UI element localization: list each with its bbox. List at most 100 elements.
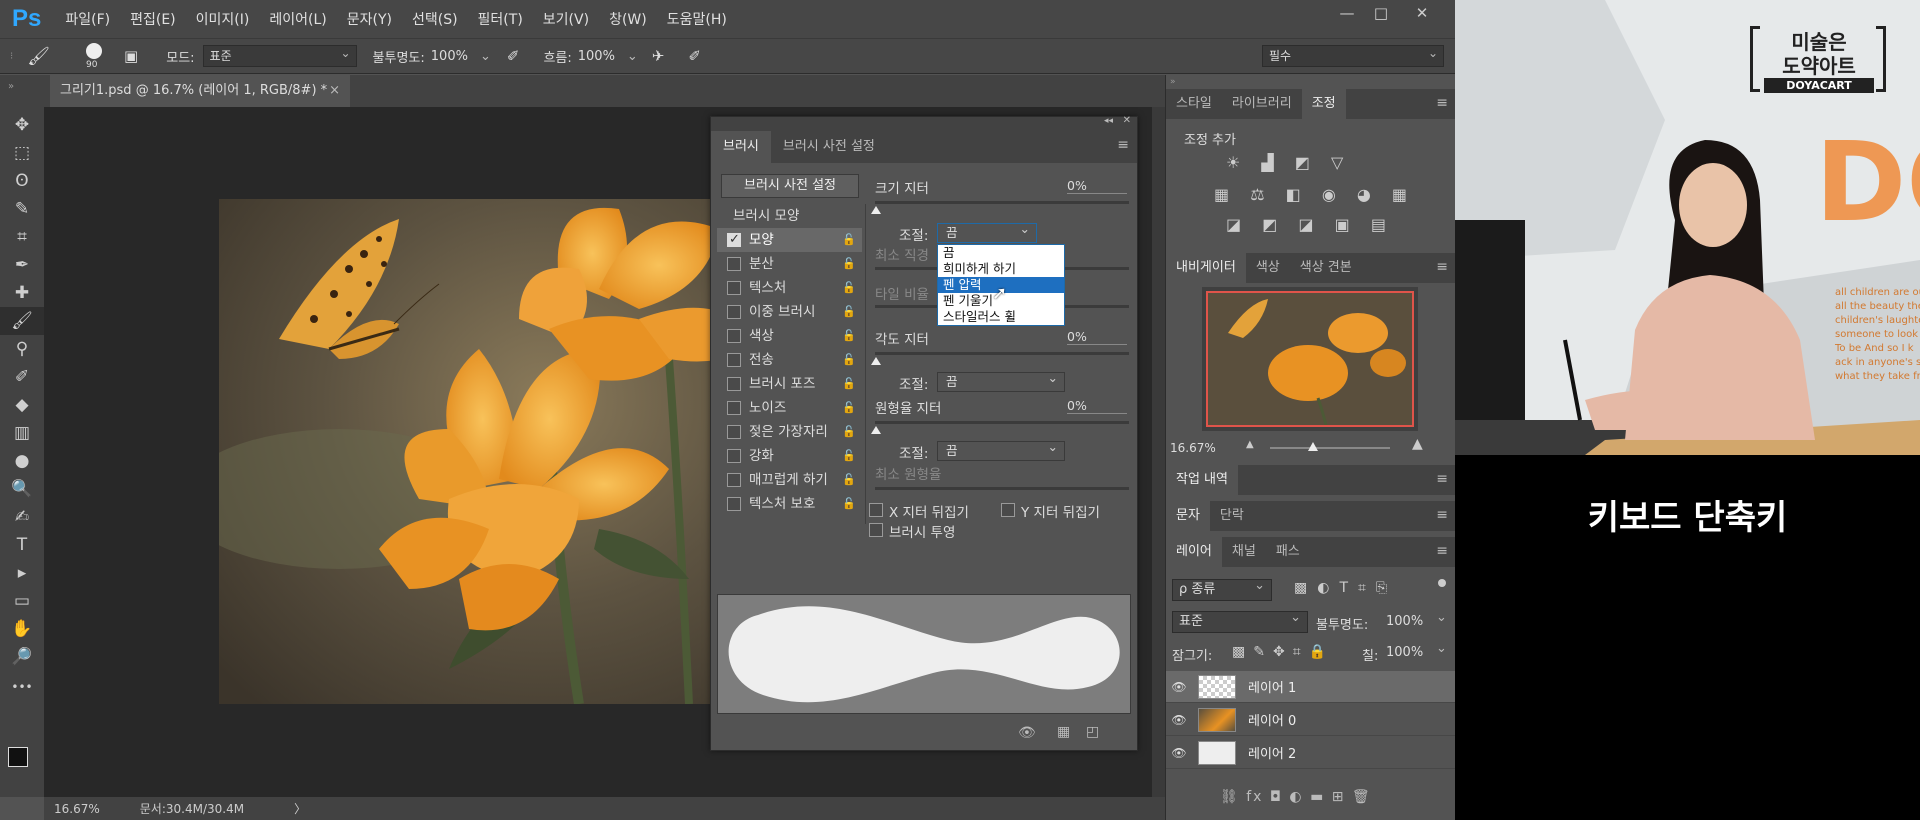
roundness-control-select[interactable]: 끔 xyxy=(937,438,1065,461)
adjustments-menu-icon[interactable]: ≡ xyxy=(1436,95,1448,111)
angle-jitter-value[interactable]: 0% xyxy=(1067,329,1127,345)
layer-kind-filter[interactable]: ρ 종류 xyxy=(1172,576,1272,601)
document-tab[interactable]: 그리기1.psd @ 16.7% (레이어 1, RGB/8#) * × xyxy=(50,75,350,107)
min-roundness-slider[interactable] xyxy=(875,487,1129,490)
dual-brush-checkbox[interactable] xyxy=(727,305,741,319)
layer-opacity-value[interactable]: 100% xyxy=(1386,614,1423,629)
lock-icon[interactable]: 🔓 xyxy=(842,492,856,516)
scattering-checkbox[interactable] xyxy=(727,257,741,271)
tab-libraries[interactable]: 라이브러리 xyxy=(1222,89,1302,119)
lock-icon[interactable]: 🔓 xyxy=(842,300,856,324)
collapse-toolbar-icon[interactable]: » xyxy=(8,81,14,92)
scattering-item[interactable]: 분산 🔓 xyxy=(717,252,862,276)
layers-menu-icon[interactable]: ≡ xyxy=(1436,543,1448,559)
texture-item[interactable]: 텍스처 🔓 xyxy=(717,276,862,300)
canvas-vertical-scrollbar[interactable] xyxy=(1152,107,1165,797)
workspace-select[interactable]: 필수 xyxy=(1262,43,1444,67)
brush-pose-checkbox[interactable] xyxy=(727,377,741,391)
adjustment-icons-row2[interactable]: ▦ ⚖ ◧ ◉ ◕ ▦ xyxy=(1214,185,1415,204)
size-jitter-slider[interactable] xyxy=(875,201,1129,204)
flip-y-checkbox[interactable] xyxy=(1001,503,1015,517)
create-brush-icon[interactable]: ▦ xyxy=(1057,724,1070,740)
layer-name[interactable]: 레이어 2 xyxy=(1248,743,1296,762)
crop-tool-icon[interactable]: ⌗ xyxy=(0,223,44,251)
shape-dynamics-checkbox[interactable] xyxy=(727,228,741,252)
navigator-view-box[interactable] xyxy=(1206,291,1414,427)
brush-tool-icon[interactable]: 🖌 xyxy=(0,307,44,335)
hand-tool-icon[interactable]: ✋ xyxy=(0,615,44,643)
tab-navigator[interactable]: 내비게이터 xyxy=(1166,253,1246,283)
texture-checkbox[interactable] xyxy=(727,281,741,295)
quick-select-tool-icon[interactable]: ✎ xyxy=(0,195,44,223)
menu-help[interactable]: 도움말(H) xyxy=(657,9,737,29)
transfer-item[interactable]: 전송 🔓 xyxy=(717,348,862,372)
navigator-menu-icon[interactable]: ≡ xyxy=(1436,259,1448,275)
blur-tool-icon[interactable]: ● xyxy=(0,447,44,475)
flow-dropdown-icon[interactable]: ⌄ xyxy=(627,49,638,64)
lock-icon[interactable]: 🔓 xyxy=(842,324,856,348)
toggle-preview-icon[interactable]: 👁 xyxy=(1018,725,1036,741)
layer-opacity-dropdown-icon[interactable]: ⌄ xyxy=(1436,610,1447,625)
roundness-jitter-slider[interactable] xyxy=(875,421,1129,424)
status-menu-arrow-icon[interactable]: 〉 xyxy=(294,800,306,817)
lock-icon[interactable]: 🔓 xyxy=(842,372,856,396)
lock-icon[interactable]: 🔓 xyxy=(842,420,856,444)
tab-brush-presets[interactable]: 브러시 사전 설정 xyxy=(771,131,887,163)
status-zoom[interactable]: 16.67% xyxy=(54,802,100,816)
navigator-zoom-thumb[interactable] xyxy=(1308,442,1318,451)
tab-channels[interactable]: 채널 xyxy=(1222,537,1266,567)
lock-icon[interactable]: 🔓 xyxy=(842,228,856,252)
menu-select[interactable]: 선택(S) xyxy=(402,9,468,29)
type-tool-icon[interactable]: T xyxy=(0,531,44,559)
brush-pose-item[interactable]: 브러시 포즈 🔓 xyxy=(717,372,862,396)
lock-icons[interactable]: ▩✎✥⌗🔒 xyxy=(1232,644,1334,660)
adjustment-icons-row3[interactable]: ◪ ◩ ◪ ▣ ▤ xyxy=(1226,215,1394,234)
noise-item[interactable]: 노이즈 🔓 xyxy=(717,396,862,420)
tab-paths[interactable]: 패스 xyxy=(1266,537,1310,567)
layer-row[interactable]: 👁 레이어 2 xyxy=(1166,737,1455,769)
tab-adjustments[interactable]: 조정 xyxy=(1301,89,1346,119)
document-tab-close-icon[interactable]: × xyxy=(329,75,340,107)
lock-icon[interactable]: 🔓 xyxy=(842,252,856,276)
lock-icon[interactable]: 🔓 xyxy=(842,444,856,468)
new-brush-icon[interactable]: ◰ xyxy=(1086,724,1099,740)
control-select[interactable]: 끔 xyxy=(937,220,1037,243)
close-window-button[interactable]: ✕ xyxy=(1405,0,1439,26)
tab-styles[interactable]: 스타일 xyxy=(1166,89,1222,119)
smoothing-item[interactable]: 매끄럽게 하기 🔓 xyxy=(717,468,862,492)
layer-filter-icons[interactable]: ▩◐T⌗⎘ xyxy=(1294,580,1397,596)
brush-panel-menu-icon[interactable]: ≡ xyxy=(1117,137,1129,153)
close-panel-icon[interactable]: ✕ xyxy=(1123,115,1131,126)
filter-toggle-icon[interactable] xyxy=(1438,579,1446,587)
option-fade[interactable]: 희미하게 하기 xyxy=(938,261,1064,277)
move-tool-icon[interactable]: ✥ xyxy=(0,111,44,139)
fill-dropdown-icon[interactable]: ⌄ xyxy=(1436,641,1447,656)
size-jitter-slider-thumb[interactable] xyxy=(871,206,881,214)
navigator-zoom[interactable]: 16.67% xyxy=(1170,441,1216,455)
lock-icon[interactable]: 🔓 xyxy=(842,468,856,492)
brush-tip-shape-item[interactable]: 브러시 모양 xyxy=(717,204,862,228)
angle-control-select[interactable]: 끔 xyxy=(937,369,1065,392)
airbrush-icon[interactable]: ✈ xyxy=(652,47,665,65)
build-up-item[interactable]: 강화 🔓 xyxy=(717,444,862,468)
eyedropper-tool-icon[interactable]: ✒ xyxy=(0,251,44,279)
menu-type[interactable]: 문자(Y) xyxy=(337,9,402,29)
layer-row[interactable]: 👁 레이어 0 xyxy=(1166,704,1455,736)
eraser-tool-icon[interactable]: ◆ xyxy=(0,391,44,419)
brush-tool-icon[interactable]: 🖌 xyxy=(27,46,50,67)
tab-layers[interactable]: 레이어 xyxy=(1166,537,1222,567)
visibility-eye-icon[interactable]: 👁 xyxy=(1166,680,1192,694)
wet-edges-checkbox[interactable] xyxy=(727,425,741,439)
maximize-button[interactable]: □ xyxy=(1364,0,1398,26)
menu-window[interactable]: 창(W) xyxy=(599,9,657,29)
angle-jitter-slider[interactable] xyxy=(875,352,1129,355)
brush-panel-titlebar[interactable]: ◂◂ ✕ xyxy=(711,115,1137,131)
size-jitter-value[interactable]: 0% xyxy=(1067,178,1127,194)
protect-texture-checkbox[interactable] xyxy=(727,497,741,511)
history-menu-icon[interactable]: ≡ xyxy=(1436,471,1448,487)
dual-brush-item[interactable]: 이중 브러시 🔓 xyxy=(717,300,862,324)
dodge-tool-icon[interactable]: 🔍 xyxy=(0,475,44,503)
tab-color[interactable]: 색상 xyxy=(1246,253,1290,283)
lasso-tool-icon[interactable]: ʘ xyxy=(0,167,44,195)
flow-input[interactable]: 100% xyxy=(578,49,615,64)
